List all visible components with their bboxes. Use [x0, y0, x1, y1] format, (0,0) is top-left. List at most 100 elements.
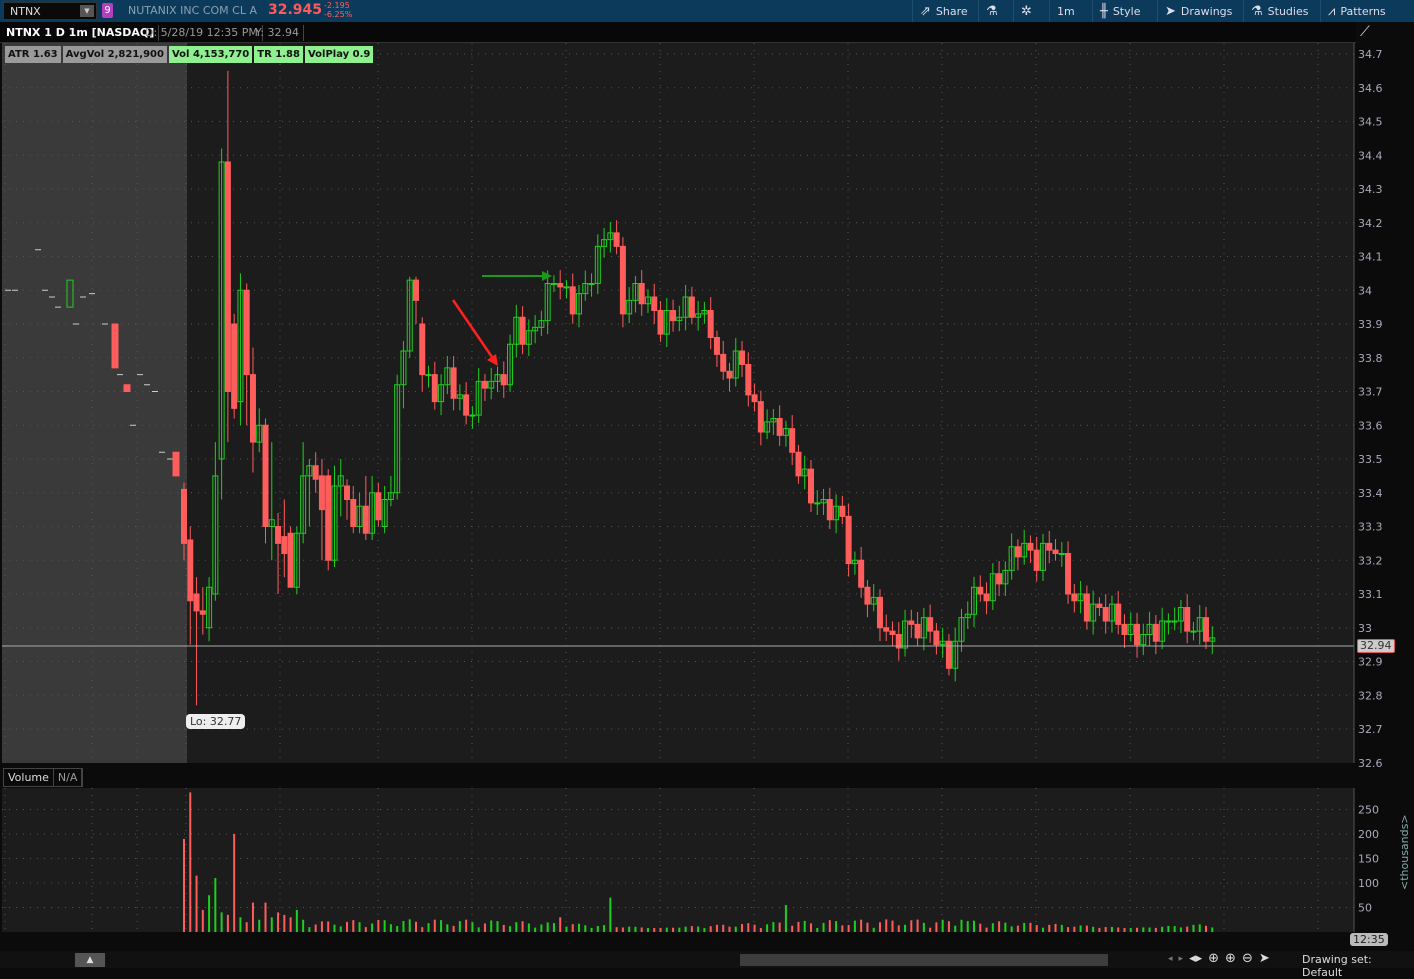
candle-down: [362, 505, 369, 534]
pointer-icon[interactable]: ➤: [1259, 951, 1270, 967]
candle-down: [638, 283, 645, 305]
change-percent: -6.25%: [324, 10, 353, 19]
zoom-out-icon[interactable]: ⊖: [1242, 951, 1253, 967]
candle-down: [419, 323, 426, 376]
candle-down: [619, 245, 626, 315]
candle-down: [977, 586, 984, 595]
candle-down: [739, 350, 746, 365]
price-chart[interactable]: 34.7 34.6 34.5 34.4 34.3 34.2 34.1 34 33.9 33.8 33…: [0, 43, 1414, 933]
candle-up: [1165, 620, 1172, 623]
price-tick-label: 33.8: [1358, 352, 1383, 365]
chart-tools: ◂ ▸ ◂▸ ⊕ ⊕ ⊖ ➤: [1168, 951, 1270, 967]
candle-down: [983, 593, 990, 602]
change-value: -2.195: [324, 1, 350, 10]
symbol-dropdown-icon[interactable]: ▼: [80, 5, 94, 17]
settings-button[interactable]: ✲: [1013, 0, 1047, 22]
drawing-set[interactable]: Drawing set: Default: [1302, 953, 1414, 979]
time-scrollbar[interactable]: [740, 954, 1108, 966]
candle-down: [519, 316, 526, 345]
vol-label: Vol 4,153,770: [168, 46, 253, 63]
candle-down: [243, 289, 250, 376]
price-tick-label: 34.2: [1358, 217, 1383, 230]
candle-down: [1134, 623, 1141, 646]
scroll-left-icon[interactable]: ◂: [1168, 951, 1173, 967]
pattern-icon: ⩘: [1328, 3, 1336, 19]
candle-down: [720, 353, 727, 372]
candle-down: [187, 539, 194, 602]
price-tick-label: 32.7: [1358, 723, 1383, 736]
candle-down: [927, 617, 934, 632]
candle-down: [776, 418, 783, 436]
patterns-label: Patterns: [1340, 4, 1386, 18]
flask-icon: ⚗: [986, 3, 998, 19]
candle-down: [945, 640, 952, 669]
candle-down: [751, 394, 758, 403]
candle-up: [469, 414, 476, 417]
candle-down: [557, 283, 564, 288]
zoom-in-icon[interactable]: ⊕: [1225, 951, 1236, 967]
current-time-tag: 12:35: [1350, 933, 1388, 946]
candle-down: [463, 394, 470, 416]
chart-header: NTNX 1 D 1m [NASDAQ] D: 5/28/19 12:35 PM…: [0, 22, 1356, 43]
drawings-button[interactable]: ➤ Drawings: [1157, 0, 1239, 22]
candle-down: [325, 475, 332, 561]
share-button[interactable]: ⇗ Share: [912, 0, 975, 22]
studies-button[interactable]: ⚗ Studies: [1243, 0, 1315, 22]
share-label: Share: [935, 4, 968, 18]
symbol-input[interactable]: NTNX ▼: [3, 2, 97, 20]
scroll-right-icon[interactable]: ▸: [1179, 951, 1184, 967]
candle-down: [312, 465, 319, 480]
candle-down: [757, 401, 764, 433]
candle-down: [350, 499, 357, 527]
candle-down: [996, 573, 1003, 585]
timeframe-button[interactable]: 1m: [1049, 0, 1089, 22]
last-price-tag: 32.94: [1357, 639, 1395, 653]
price-tick-label: 34.7: [1358, 48, 1383, 61]
candle-up: [550, 283, 557, 285]
flask-icon: ⚗: [1251, 3, 1263, 19]
study-labels: ATR 1.63 AvgVol 2,821,900 Vol 4,153,770 …: [5, 46, 374, 63]
candle-down: [889, 630, 896, 635]
price-change: -2.195 -6.25%: [324, 1, 352, 19]
price-tick-label: 34.5: [1358, 116, 1383, 129]
candle-down: [795, 451, 802, 477]
style-button[interactable]: ╫ Style: [1092, 0, 1147, 22]
candle-up: [1190, 630, 1197, 633]
price-tick-label: 33.9: [1358, 318, 1383, 331]
tr-label: TR 1.88: [254, 46, 303, 63]
link-group-button[interactable]: 9: [102, 3, 113, 18]
crosshair-icon[interactable]: ⊕: [1208, 951, 1219, 967]
candle-down: [688, 296, 695, 318]
candle-down: [1014, 546, 1021, 558]
style-label: Style: [1112, 4, 1141, 18]
candle-down: [908, 620, 915, 625]
candle-down: [1052, 549, 1059, 554]
candle-down: [481, 380, 488, 389]
candle-down: [864, 586, 871, 605]
candle-down: [199, 610, 206, 615]
volume-value: N/A: [54, 769, 83, 786]
candle-down: [707, 310, 714, 338]
candle-down: [1096, 603, 1103, 608]
candle-down: [808, 468, 814, 504]
patterns-button[interactable]: ⩘ Patterns: [1320, 0, 1393, 22]
candle-down: [651, 296, 658, 311]
candle-down: [845, 515, 852, 565]
volume-tick-label: 250: [1358, 804, 1379, 817]
flask-button[interactable]: ⚗: [978, 0, 1011, 22]
candle-down: [657, 310, 664, 335]
candle-down: [1152, 623, 1159, 642]
study-toggle-icon[interactable]: ⟋: [1360, 24, 1370, 40]
expand-button[interactable]: ▲: [75, 953, 105, 967]
expand-time-icon[interactable]: ◂▸: [1189, 951, 1202, 967]
volume-tick-label: 100: [1358, 877, 1379, 890]
avgvol-label: AvgVol 2,821,900: [62, 46, 167, 63]
volume-tick-label: 200: [1358, 828, 1379, 841]
candle-down: [344, 485, 351, 500]
drawings-label: Drawings: [1180, 4, 1233, 18]
premarket-candle: [123, 384, 131, 392]
candle-down: [839, 505, 846, 517]
price-tick-label: 34: [1358, 284, 1372, 297]
candle-down: [249, 374, 256, 443]
price-panel-bg: [2, 43, 1354, 763]
